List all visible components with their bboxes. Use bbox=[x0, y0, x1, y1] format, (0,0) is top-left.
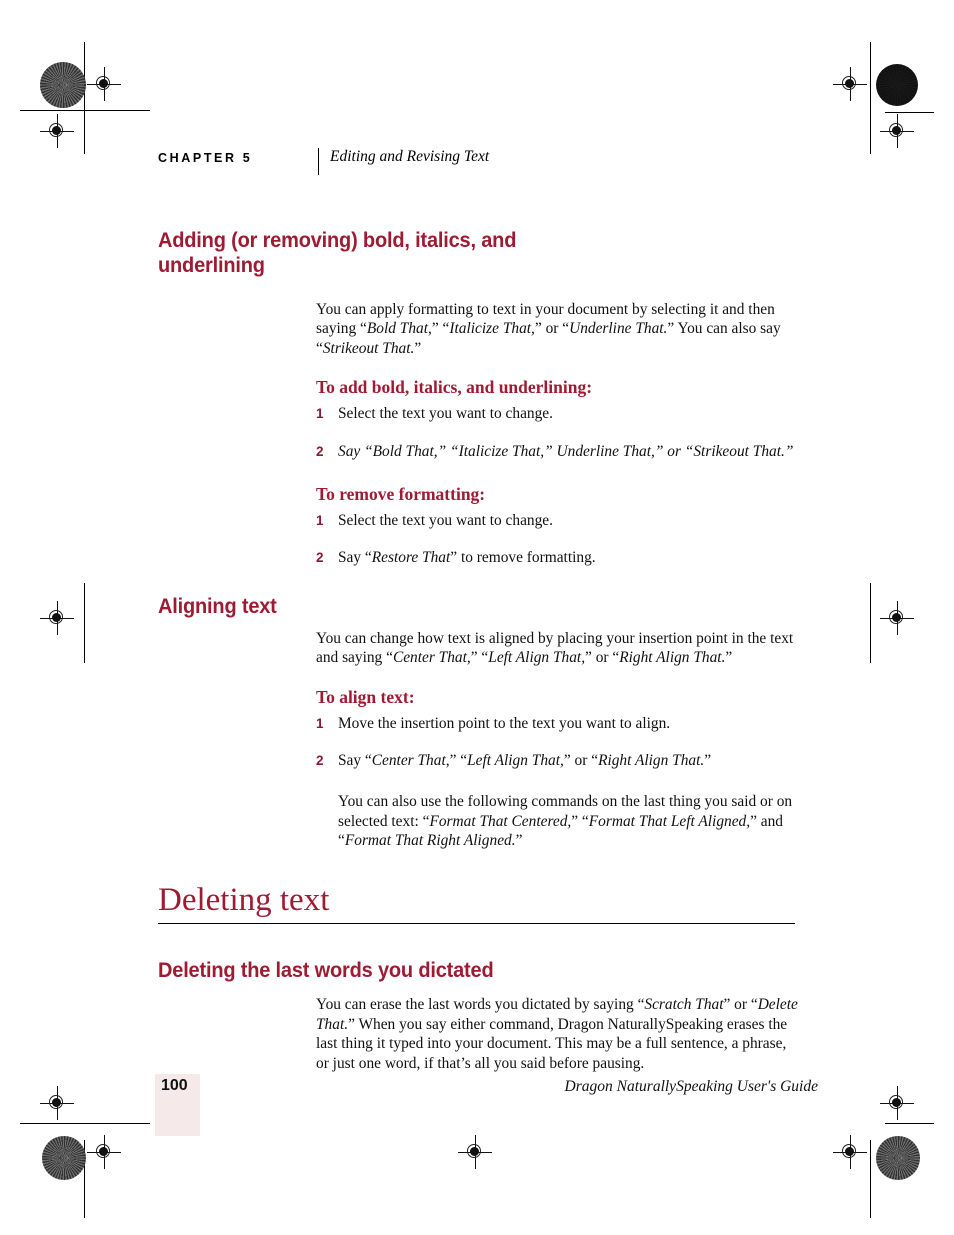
deleting-body-column: You can erase the last words you dictate… bbox=[316, 995, 798, 1073]
page-number: 100 bbox=[161, 1077, 188, 1094]
document-page: CHAPTER 5 Editing and Revising Text Addi… bbox=[0, 0, 954, 1235]
steps-align-text: 1 Move the insertion point to the text y… bbox=[316, 714, 798, 771]
heading-deleting-last-words: Deleting the last words you dictated bbox=[158, 958, 494, 983]
step-item: 2 Say “Center That,” “Left Align That,” … bbox=[316, 751, 798, 770]
aligning-body-column: You can change how text is aligned by pl… bbox=[316, 629, 798, 851]
step-number: 1 bbox=[316, 715, 324, 731]
footer-book-title: Dragon NaturallySpeaking User's Guide bbox=[564, 1078, 818, 1095]
step-text: Move the insertion point to the text you… bbox=[338, 714, 671, 732]
step-text: Select the text you want to change. bbox=[338, 512, 553, 530]
step-number: 2 bbox=[316, 443, 324, 459]
formatting-intro-paragraph: You can apply formatting to text in your… bbox=[316, 301, 781, 357]
step-text: Say “Restore That” to remove formatting. bbox=[338, 549, 596, 567]
step-item: 1 Move the insertion point to the text y… bbox=[316, 714, 798, 733]
heading-line-1: Adding (or removing) bold, italics, and bbox=[158, 228, 517, 252]
step-number: 2 bbox=[316, 753, 324, 769]
steps-add-formatting: 1 Select the text you want to change. 2 … bbox=[316, 404, 798, 461]
heading-deleting-text: Deleting text bbox=[158, 881, 330, 918]
step-item: 1 Select the text you want to change. bbox=[316, 404, 798, 423]
step-number: 2 bbox=[316, 550, 324, 566]
heading-line-2: underlining bbox=[158, 253, 265, 277]
running-head: CHAPTER 5 Editing and Revising Text bbox=[158, 148, 798, 176]
running-head-divider bbox=[318, 148, 320, 175]
steps-remove-formatting: 1 Select the text you want to change. 2 … bbox=[316, 511, 798, 568]
step-item: 1 Select the text you want to change. bbox=[316, 511, 798, 530]
aligning-intro-paragraph: You can change how text is aligned by pl… bbox=[316, 629, 794, 667]
page-content: Adding (or removing) bold, italics, and … bbox=[158, 228, 798, 1073]
subheading-to-align-text: To align text: bbox=[316, 686, 415, 707]
aligning-note-paragraph: You can also use the following commands … bbox=[338, 793, 793, 850]
step-number: 1 bbox=[316, 513, 324, 529]
heading-adding-removing-formatting: Adding (or removing) bold, italics, and … bbox=[158, 228, 753, 278]
step-text: Select the text you want to change. bbox=[338, 405, 553, 423]
step-number: 1 bbox=[316, 406, 324, 422]
step-item: 2 Say “Bold That,” “Italicize That,” Und… bbox=[316, 442, 798, 461]
deleting-body-paragraph: You can erase the last words you dictate… bbox=[316, 996, 798, 1072]
step-text: Say “Bold That,” “Italicize That,” Under… bbox=[338, 442, 794, 460]
subheading-to-add-formatting: To add bold, italics, and underlining: bbox=[316, 377, 593, 398]
chapter-title: Editing and Revising Text bbox=[330, 148, 490, 165]
chapter-label: CHAPTER 5 bbox=[158, 151, 253, 165]
subheading-to-remove-formatting: To remove formatting: bbox=[316, 484, 486, 505]
formatting-body-column: You can apply formatting to text in your… bbox=[316, 300, 798, 568]
heading-aligning-text: Aligning text bbox=[158, 593, 277, 618]
step-item: 2 Say “Restore That” to remove formattin… bbox=[316, 548, 798, 567]
step-text: Say “Center That,” “Left Align That,” or… bbox=[338, 752, 712, 770]
